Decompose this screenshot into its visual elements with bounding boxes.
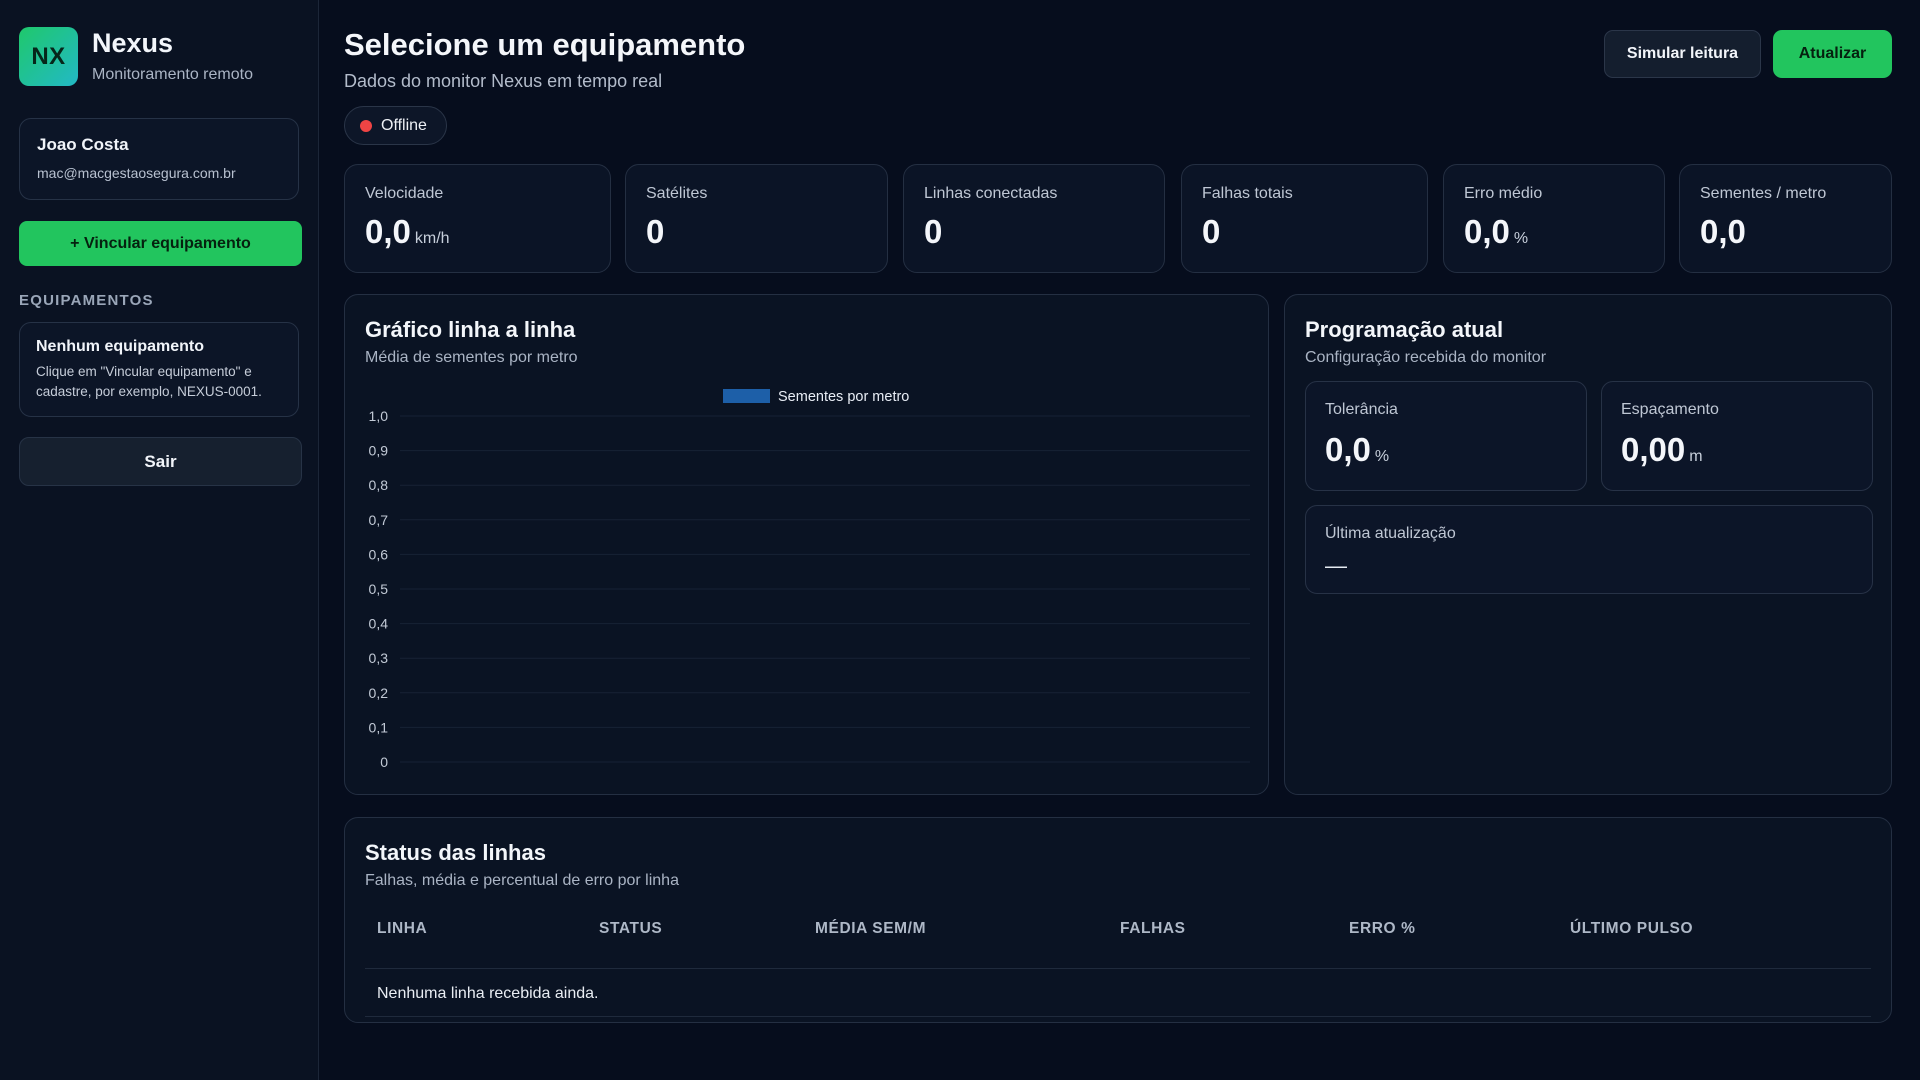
status-badge: Offline bbox=[344, 106, 447, 145]
link-equipment-button[interactable]: + Vincular equipamento bbox=[19, 221, 302, 266]
chart-subtitle: Média de sementes por metro bbox=[365, 349, 578, 366]
sidebar: NX Nexus Monitoramento remoto Joao Costa… bbox=[0, 0, 319, 1080]
brand-subtitle: Monitoramento remoto bbox=[92, 66, 253, 84]
stat-satelites: Satélites 0 bbox=[625, 164, 888, 273]
table-empty-message: Nenhuma linha recebida ainda. bbox=[377, 985, 599, 1002]
stat-sementes-metro: Sementes / metro 0,0 bbox=[1679, 164, 1892, 273]
refresh-button[interactable]: Atualizar bbox=[1773, 30, 1892, 78]
nexus-logo: NX bbox=[19, 27, 78, 86]
stat-label: Falhas totais bbox=[1202, 185, 1293, 202]
y-tick-label: 0,7 bbox=[369, 512, 389, 528]
brand-name: Nexus bbox=[92, 27, 174, 58]
user-name: Joao Costa bbox=[37, 135, 129, 154]
stat-label: Sementes / metro bbox=[1700, 185, 1827, 202]
y-tick-label: 0,6 bbox=[369, 546, 389, 562]
espacamento-card: Espaçamento 0,00 m bbox=[1601, 381, 1873, 491]
user-email: mac@macgestaosegura.com.br bbox=[37, 165, 236, 181]
empty-equipment-title: Nenhum equipamento bbox=[36, 338, 205, 355]
stat-value: 0 bbox=[924, 213, 1144, 251]
stat-unit: % bbox=[1513, 230, 1529, 247]
y-tick-label: 0,9 bbox=[369, 443, 389, 459]
stat-label: Satélites bbox=[646, 185, 708, 202]
stat-label: Erro médio bbox=[1464, 185, 1543, 202]
status-text: Offline bbox=[381, 116, 427, 134]
column-header-linha[interactable]: LINHA bbox=[377, 920, 427, 938]
lines-status-subtitle: Falhas, média e percentual de erro por l… bbox=[365, 872, 679, 889]
simulate-reading-button[interactable]: Simular leitura bbox=[1604, 30, 1761, 78]
programacao-subtitle: Configuração recebida do monitor bbox=[1305, 349, 1547, 366]
page-subtitle: Dados do monitor Nexus em tempo real bbox=[344, 71, 663, 91]
stat-value: 0,0 bbox=[1700, 213, 1871, 251]
y-tick-label: 0,2 bbox=[369, 685, 389, 701]
ultima-atualizacao-value: — bbox=[1325, 553, 1347, 578]
ultima-atualizacao-card: Última atualização — bbox=[1305, 505, 1873, 594]
y-tick-label: 0,4 bbox=[369, 616, 389, 632]
stat-value: 0,0 km/h bbox=[365, 213, 590, 251]
seeds-chart: 0 0,1 0,2 0,3 0,4 0,5 0,6 0,7 0,8 0,9 1,0 Sementes … bbox=[369, 389, 1250, 770]
tolerancia-unit: % bbox=[1374, 448, 1390, 465]
y-tick-label: 0,1 bbox=[369, 719, 389, 735]
empty-equipment-text: Clique em "Vincular equipamento" e cadas… bbox=[36, 364, 262, 400]
stat-unit: km/h bbox=[414, 230, 450, 247]
tolerancia-label: Tolerância bbox=[1325, 401, 1398, 418]
stat-linhas-conectadas: Linhas conectadas 0 bbox=[903, 164, 1165, 273]
offline-dot-icon bbox=[360, 119, 372, 132]
stat-number: 0,0 bbox=[365, 213, 411, 250]
y-tick-label: 0,8 bbox=[369, 477, 389, 493]
column-header-ultimo-pulso[interactable]: ÚLTIMO PULSO bbox=[1570, 920, 1693, 938]
stat-velocidade: Velocidade 0,0 km/h bbox=[344, 164, 611, 273]
stat-number: 0 bbox=[924, 213, 943, 250]
logout-button[interactable]: Sair bbox=[19, 437, 302, 486]
espacamento-value: 0,00 m bbox=[1621, 431, 1853, 469]
equipment-section-label: EQUIPAMENTOS bbox=[19, 292, 154, 309]
stat-number: 0,0 bbox=[1700, 213, 1746, 250]
brand: NX Nexus Monitoramento remoto bbox=[19, 27, 299, 86]
user-card: Joao Costa mac@macgestaosegura.com.br bbox=[19, 118, 299, 200]
y-tick-label: 0,3 bbox=[369, 650, 389, 666]
tolerancia-number: 0,0 bbox=[1325, 431, 1371, 468]
lines-status-title: Status das linhas bbox=[365, 840, 546, 865]
stat-falhas-totais: Falhas totais 0 bbox=[1181, 164, 1428, 273]
column-header-media[interactable]: MÉDIA SEM/M bbox=[815, 920, 926, 938]
table-header: LINHA STATUS MÉDIA SEM/M FALHAS ERRO % Ú… bbox=[365, 918, 1871, 969]
y-tick-label: 0,5 bbox=[369, 581, 389, 597]
stat-number: 0 bbox=[1202, 213, 1221, 250]
programacao-title: Programação atual bbox=[1305, 317, 1504, 342]
stat-erro-medio: Erro médio 0,0% bbox=[1443, 164, 1665, 273]
column-header-erro[interactable]: ERRO % bbox=[1349, 920, 1415, 938]
empty-equipment-card: Nenhum equipamento Clique em "Vincular e… bbox=[19, 322, 299, 417]
table-empty-row: Nenhuma linha recebida ainda. bbox=[365, 969, 1871, 1017]
legend-label: Sementes por metro bbox=[778, 389, 909, 405]
column-header-falhas[interactable]: FALHAS bbox=[1120, 920, 1186, 938]
page-title: Selecione um equipamento bbox=[344, 27, 746, 62]
legend-swatch bbox=[723, 389, 770, 403]
tolerancia-card: Tolerância 0,0% bbox=[1305, 381, 1587, 491]
espacamento-unit: m bbox=[1689, 448, 1703, 465]
stat-value: 0,0% bbox=[1464, 213, 1644, 251]
stats-row: Velocidade 0,0 km/h Satélites 0 Linhas co… bbox=[344, 164, 1892, 273]
stat-value: 0 bbox=[646, 213, 867, 251]
stat-label: Velocidade bbox=[365, 185, 444, 202]
tolerancia-value: 0,0% bbox=[1325, 431, 1567, 469]
chart-header: Gráfico linha a linha Média de sementes … bbox=[365, 317, 1248, 367]
stat-value: 0 bbox=[1202, 213, 1407, 251]
stat-number: 0 bbox=[646, 213, 665, 250]
column-header-status[interactable]: STATUS bbox=[599, 920, 662, 938]
espacamento-number: 0,00 bbox=[1621, 431, 1686, 468]
stat-label: Linhas conectadas bbox=[924, 185, 1058, 202]
programacao-panel: Programação atual Configuração recebida … bbox=[1284, 294, 1892, 795]
ultima-atualizacao-label: Última atualização bbox=[1325, 525, 1456, 542]
y-tick-label: 1,0 bbox=[369, 408, 389, 424]
lines-status-panel: Status das linhas Falhas, média e percen… bbox=[344, 817, 1892, 1023]
stat-number: 0,0 bbox=[1464, 213, 1510, 250]
chart-panel: 0 0,1 0,2 0,3 0,4 0,5 0,6 0,7 0,8 0,9 1,0 Sementes … bbox=[344, 294, 1269, 795]
y-tick-label: 0 bbox=[380, 754, 388, 770]
espacamento-label: Espaçamento bbox=[1621, 401, 1719, 418]
chart-title: Gráfico linha a linha bbox=[365, 317, 576, 342]
